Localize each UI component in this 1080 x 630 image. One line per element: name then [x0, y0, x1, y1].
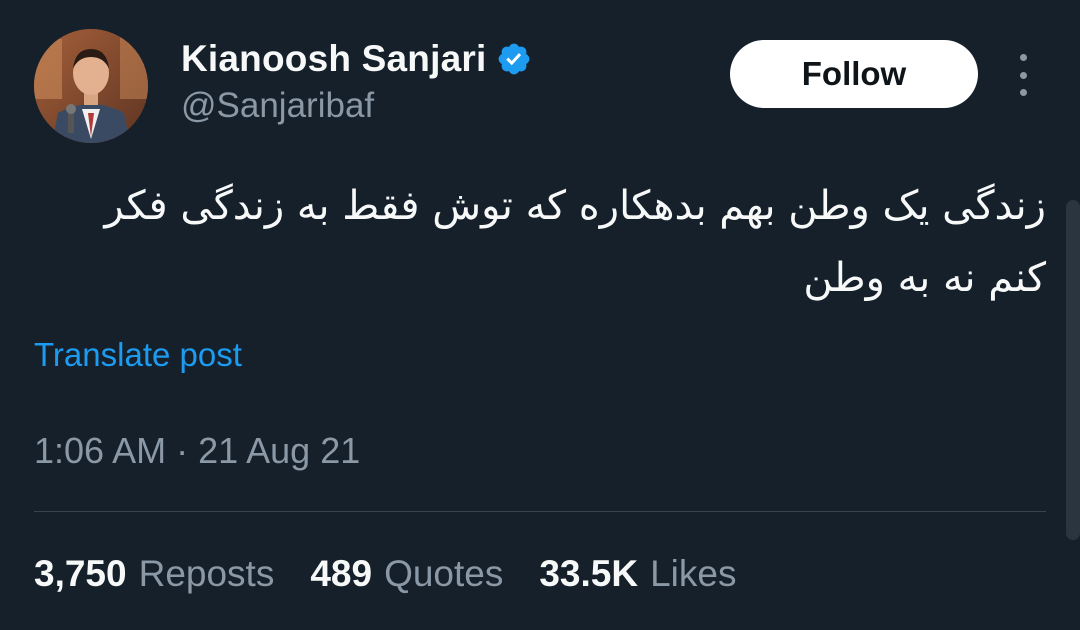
engagement-stats: 3,750 Reposts 489 Quotes 33.5K Likes [34, 553, 736, 595]
avatar[interactable] [34, 29, 148, 143]
quotes-stat[interactable]: 489 Quotes [310, 553, 503, 595]
dot [1019, 54, 1027, 61]
tweet-text-line: زندگی یک وطن بهم بدهکاره که توش فقط به ز… [104, 183, 1046, 229]
scrollbar[interactable] [1066, 200, 1080, 540]
translate-post-link[interactable]: Translate post [34, 336, 242, 374]
reposts-stat[interactable]: 3,750 Reposts [34, 553, 274, 595]
dot [1019, 89, 1027, 96]
timestamp[interactable]: 1:06 AM · 21 Aug 21 [34, 430, 360, 472]
quotes-label: Quotes [384, 553, 504, 594]
tweet-text-line: کنم نه به وطن [803, 255, 1046, 301]
profile-photo-icon [34, 29, 148, 143]
reposts-label: Reposts [138, 553, 275, 594]
divider [34, 511, 1046, 512]
likes-stat[interactable]: 33.5K Likes [539, 553, 736, 595]
verified-badge-icon [499, 43, 530, 75]
display-name[interactable]: Kianoosh Sanjari [181, 38, 486, 80]
tweet-card: Kianoosh Sanjari @Sanjaribaf Follow زندگ… [0, 0, 1080, 630]
follow-button[interactable]: Follow [730, 40, 978, 108]
tweet-text: زندگی یک وطن بهم بدهکاره که توش فقط به ز… [34, 170, 1046, 314]
reposts-count: 3,750 [34, 553, 127, 594]
likes-count: 33.5K [539, 553, 639, 594]
dot [1019, 71, 1027, 79]
likes-label: Likes [650, 553, 737, 594]
author-name-row: Kianoosh Sanjari [181, 38, 532, 80]
author-handle[interactable]: @Sanjaribaf [181, 86, 374, 126]
more-vertical-icon[interactable] [1010, 54, 1036, 96]
quotes-count: 489 [310, 553, 373, 594]
